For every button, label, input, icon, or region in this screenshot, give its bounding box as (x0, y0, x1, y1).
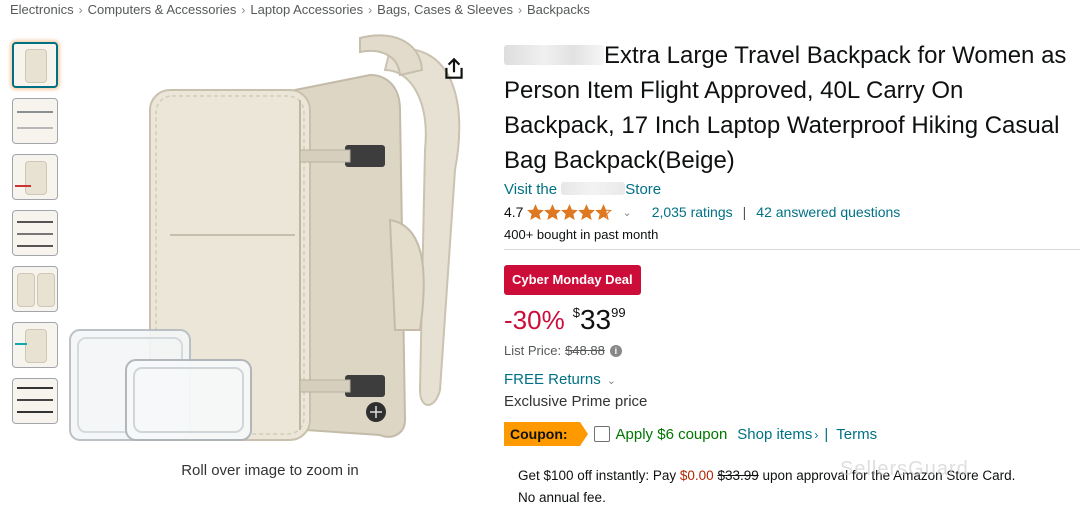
breadcrumb-computers-accessories[interactable]: Computers & Accessories (88, 2, 237, 17)
brand-name-redacted (504, 45, 604, 65)
discount-percent: -30% (504, 305, 565, 335)
star-icon (595, 203, 613, 220)
star-icon (544, 203, 562, 220)
offer-line2: No annual fee. (518, 490, 606, 505)
price-whole: 33 (579, 304, 612, 335)
zoom-hint: Roll over image to zoom in (181, 462, 359, 479)
list-price: List Price: $48.88 i (504, 343, 622, 358)
watermark: SellersGuard (840, 458, 969, 480)
thumbnail-list (12, 42, 60, 434)
store-link[interactable]: Visit the Store (504, 181, 661, 198)
share-icon[interactable] (441, 56, 467, 82)
breadcrumb-separator: › (241, 3, 246, 17)
star-icon (561, 203, 579, 220)
chevron-down-icon[interactable]: ⌄ (622, 206, 631, 219)
terms-link[interactable]: Terms (836, 426, 877, 443)
coupon-row: Coupon: Apply $6 coupon Shop items › | Te… (504, 421, 877, 447)
breadcrumb-backpacks[interactable]: Backpacks (527, 2, 590, 17)
star-icon (527, 203, 545, 220)
thumbnail-3[interactable] (12, 154, 58, 200)
offer-pay: $0.00 (679, 468, 714, 483)
divider (504, 249, 1080, 250)
thumbnail-1[interactable] (12, 42, 58, 88)
store-link-prefix: Visit the (504, 181, 558, 198)
breadcrumb-separator: › (518, 3, 523, 17)
deal-badge: Cyber Monday Deal (504, 265, 641, 295)
store-link-suffix: Store (625, 181, 662, 198)
coupon-badge: Coupon: (504, 422, 588, 446)
ratings-count-link[interactable]: 2,035 ratings (652, 204, 733, 220)
list-price-label: List Price: (504, 343, 562, 358)
thumbnail-5[interactable] (12, 266, 58, 312)
breadcrumb-electronics[interactable]: Electronics (10, 2, 74, 17)
thumbnail-2[interactable] (12, 98, 58, 144)
breadcrumb-separator: › (368, 3, 373, 17)
shop-items-link[interactable]: Shop items › (737, 426, 818, 443)
coupon-text[interactable]: Apply $6 coupon (616, 426, 728, 443)
rating-number: 4.7 (504, 204, 524, 220)
chevron-right-icon: › (814, 427, 819, 442)
star-rating[interactable] (527, 203, 613, 221)
breadcrumb-laptop-accessories[interactable]: Laptop Accessories (250, 2, 363, 17)
coupon-checkbox[interactable] (593, 426, 610, 442)
separator: | (742, 204, 747, 220)
star-icon (578, 203, 596, 220)
product-image[interactable] (60, 30, 480, 450)
price-fraction: 99 (611, 305, 626, 320)
prime-price: Exclusive Prime price (504, 393, 648, 410)
free-returns-link[interactable]: FREE Returns ⌄ (504, 371, 616, 388)
shop-items-label: Shop items (737, 425, 813, 443)
bought-count: 400+ bought in past month (504, 227, 659, 242)
answered-questions-link[interactable]: 42 answered questions (756, 204, 900, 220)
price-row: -30% $ 33 99 (504, 303, 626, 337)
breadcrumb-separator: › (78, 3, 83, 17)
info-icon[interactable]: i (609, 344, 622, 357)
offer-pre: Get $100 off instantly: Pay (518, 468, 677, 483)
breadcrumb-bags-cases-sleeves[interactable]: Bags, Cases & Sleeves (377, 2, 513, 17)
product-title: Extra Large Travel Backpack for Women as… (504, 38, 1074, 178)
thumbnail-6[interactable] (12, 322, 58, 368)
price-currency: $ (572, 305, 580, 320)
chevron-down-icon: ⌄ (606, 375, 616, 387)
list-price-value: $48.88 (565, 343, 605, 358)
thumbnail-7[interactable] (12, 378, 58, 424)
rating-row: 4.7 ⌄ 2,035 ratings | 42 answered questi… (504, 202, 900, 222)
free-returns-label: FREE Returns (504, 371, 601, 388)
offer-was: $33.99 (717, 468, 759, 483)
breadcrumb: Electronics › Computers & Accessories › Lapt… (10, 2, 590, 17)
separator: | (824, 425, 829, 443)
thumbnail-4[interactable] (12, 210, 58, 256)
store-name-redacted (561, 182, 626, 195)
card-offer: Get $100 off instantly: Pay $0.00 $33.99… (518, 465, 1078, 509)
